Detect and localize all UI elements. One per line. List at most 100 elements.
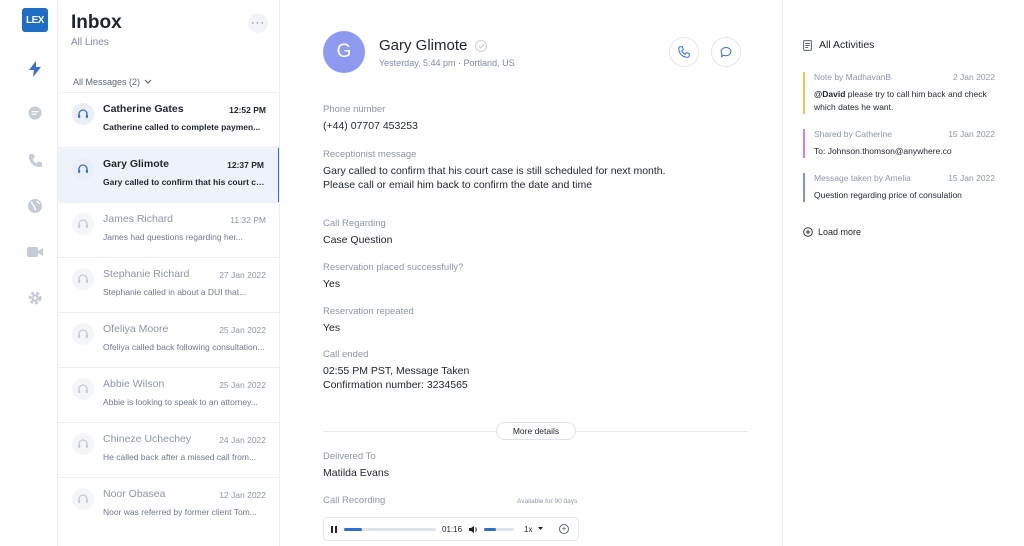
field-label: Call Recording [323, 495, 386, 506]
message-time: 11:32 PM [230, 215, 266, 225]
message-item[interactable]: Stephanie Richard 27 Jan 2022 Stephanie … [58, 257, 279, 312]
activity-body: @David please try to call him back and c… [814, 88, 995, 114]
contact-name-row: Gary Glimote [379, 37, 488, 54]
message-sender: James Richard [103, 213, 174, 225]
phone-icon[interactable] [26, 151, 44, 169]
field-label: Reservation repeated [323, 306, 414, 317]
playback-progress-slider[interactable] [344, 527, 436, 531]
message-preview: Ofeliya called back following consultati… [103, 342, 265, 352]
app-logo[interactable]: LEX [22, 8, 48, 32]
audio-player: 01:16 1x [323, 517, 579, 541]
delivered-field: Delivered To Matilda Evans [323, 451, 389, 480]
activity-date: 2 Jan 2022 [952, 72, 995, 82]
app-root: LEX Inbox All Lines ··· All Messages (2) [0, 0, 1024, 546]
headset-icon [72, 488, 94, 510]
repeated-value: Yes [323, 322, 341, 334]
activities-header: All Activities [803, 39, 874, 51]
chevron-down-icon [144, 79, 152, 84]
document-icon [803, 39, 812, 51]
field-label: Phone number [323, 104, 386, 115]
inbox-line-selector[interactable]: All Lines [71, 37, 109, 48]
recording-field: Call Recording [323, 495, 385, 510]
message-filter-dropdown[interactable]: All Messages (2) [73, 77, 152, 87]
reservation-field: Reservation placed successfully? Yes [323, 262, 463, 291]
message-item[interactable]: Abbie Wilson 25 Jan 2022 Abbie is lookin… [58, 367, 279, 422]
message-item[interactable]: Ofeliya Moore 25 Jan 2022 Ofeliya called… [58, 312, 279, 367]
headset-icon [72, 103, 94, 125]
bolt-icon[interactable] [26, 60, 44, 78]
headset-icon [72, 158, 94, 180]
globe-icon[interactable] [26, 197, 44, 215]
mention-link[interactable]: @David [814, 89, 845, 99]
activity-note: Note by MadhavanB 2 Jan 2022 @David plea… [803, 72, 995, 114]
more-options-button[interactable]: ··· [248, 13, 268, 33]
message-time: 12 Jan 2022 [219, 490, 266, 500]
message-time: 12:52 PM [229, 105, 266, 115]
message-sender: Gary Glimote [103, 158, 169, 170]
volume-slider[interactable] [484, 527, 515, 531]
nav-rail: LEX [0, 0, 58, 546]
inbox-panel: Inbox All Lines ··· All Messages (2) Cat… [58, 0, 280, 546]
add-icon[interactable]: + [559, 524, 569, 534]
activity-author: Message taken by Amelia [814, 173, 911, 183]
message-preview: He called back after a missed call from.… [103, 452, 257, 462]
contact-meta: Yesterday, 5:44 pm · Portland, US [379, 58, 515, 68]
message-list: Catherine Gates 12:52 PM Catherine calle… [58, 92, 279, 532]
filter-label: All Messages (2) [73, 77, 141, 87]
availability-note: Available for 90 days [517, 498, 578, 505]
message-preview: Noor was referred by former client Tom..… [103, 507, 257, 517]
message-preview: Catherine called to complete paymen... [103, 122, 261, 132]
receptionist-line: Gary called to confirm that his court ca… [323, 165, 666, 177]
volume-icon[interactable] [468, 525, 478, 534]
headset-icon [72, 268, 94, 290]
message-item[interactable]: Noor Obasea 12 Jan 2022 Noor was referre… [58, 477, 279, 532]
plus-circle-icon [803, 227, 813, 237]
message-sender: Ofeliya Moore [103, 323, 169, 335]
activities-title: All Activities [819, 39, 875, 51]
confirmation-number: Confirmation number: 3234565 [323, 379, 468, 391]
caret-down-icon [538, 527, 544, 530]
phone-field: Phone number (+44) 07707 453253 [323, 104, 418, 133]
message-item-selected[interactable]: Gary Glimote 12:37 PM Gary called to con… [58, 147, 279, 202]
activity-date: 15 Jan 2022 [948, 173, 995, 183]
message-sender: Stephanie Richard [103, 268, 190, 280]
activity-body: To: Johnson.thomson@anywhere.co [814, 146, 952, 156]
regarding-value: Case Question [323, 234, 393, 246]
more-details-button[interactable]: More details [496, 422, 576, 440]
playback-time: 01:16 [442, 524, 463, 534]
load-more-label: Load more [818, 227, 862, 237]
chat-bubble-icon [720, 46, 732, 58]
receptionist-field: Receptionist message Gary called to conf… [323, 149, 666, 192]
message-time: 24 Jan 2022 [219, 435, 266, 445]
message-time: 12:37 PM [227, 160, 264, 170]
message-preview: Abbie is looking to speak to an attorney… [103, 397, 258, 407]
field-label: Receptionist message [323, 149, 417, 160]
headset-icon [72, 433, 94, 455]
call-button[interactable] [669, 37, 699, 67]
message-item[interactable]: Chineze Uchechey 24 Jan 2022 He called b… [58, 422, 279, 477]
message-sender: Catherine Gates [103, 103, 184, 115]
field-label: Reservation placed successfully? [323, 262, 464, 273]
chat-icon[interactable] [26, 104, 44, 122]
reservation-value: Yes [323, 278, 341, 290]
inbox-title: Inbox [71, 12, 122, 33]
activity-author: Shared by Catherine [814, 129, 892, 139]
message-button[interactable] [711, 37, 741, 67]
video-icon[interactable] [26, 243, 44, 261]
message-item[interactable]: Catherine Gates 12:52 PM Catherine calle… [58, 92, 279, 147]
message-time: 27 Jan 2022 [219, 270, 266, 280]
gear-icon[interactable] [26, 289, 44, 307]
message-sender: Abbie Wilson [103, 378, 165, 390]
call-ended-line: 02:55 PM PST, Message Taken [323, 365, 470, 377]
message-item[interactable]: James Richard 11:32 PM James had questio… [58, 202, 279, 257]
activities-panel: All Activities Note by MadhavanB 2 Jan 2… [782, 0, 1024, 546]
field-label: Call Regarding [323, 218, 386, 229]
activity-author: Note by MadhavanB [814, 72, 892, 82]
activity-message-taken: Message taken by Amelia 15 Jan 2022 Ques… [803, 173, 995, 202]
field-label: Call ended [323, 349, 369, 360]
pause-icon[interactable] [330, 525, 338, 534]
load-more-button[interactable]: Load more [803, 227, 861, 237]
contact-avatar: G [323, 31, 365, 73]
contact-name: Gary Glimote [379, 37, 468, 54]
playback-speed-select[interactable]: 1x [524, 525, 532, 534]
